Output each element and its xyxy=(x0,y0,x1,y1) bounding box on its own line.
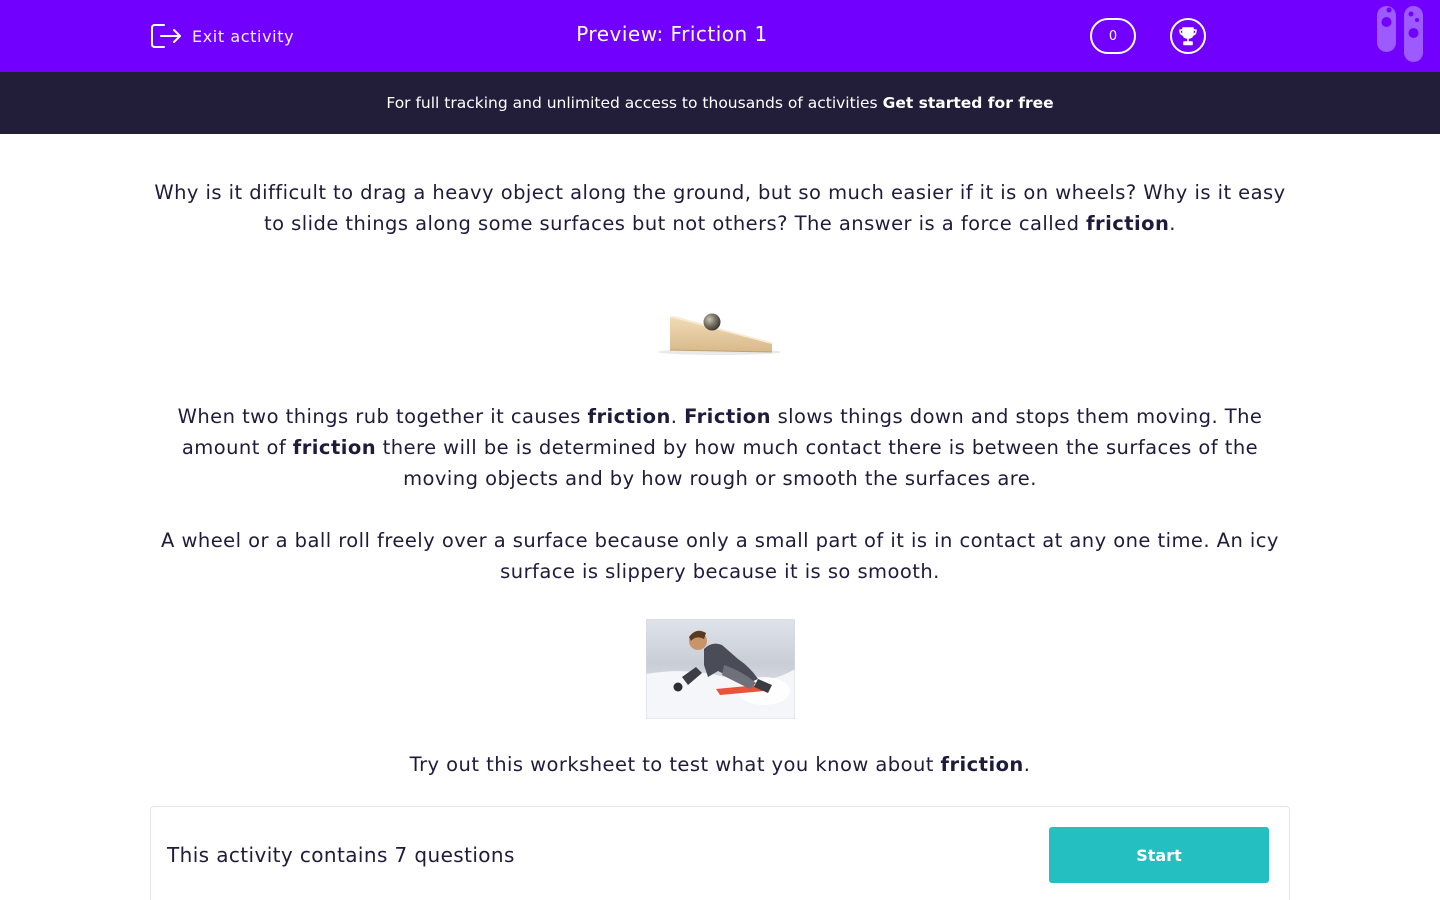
p4-keyword: friction xyxy=(940,753,1024,776)
trophy-icon xyxy=(1179,27,1197,46)
snow-sledge-image xyxy=(646,619,795,719)
page-title: Preview: Friction 1 xyxy=(576,22,768,46)
worksheet-invitation: Try out this worksheet to test what you … xyxy=(150,749,1290,780)
promo-text: For full tracking and unlimited access t… xyxy=(386,94,878,112)
ramp-ball-image xyxy=(658,313,780,355)
p2-text-c: . xyxy=(670,405,685,428)
p4-end: . xyxy=(1023,753,1031,776)
score-badge: 0 xyxy=(1090,18,1136,54)
p2-text-a: When two things rub together it causes xyxy=(177,405,588,428)
brand-logo xyxy=(1377,6,1423,62)
intro-paragraph: Why is it difficult to drag a heavy obje… xyxy=(150,177,1290,239)
friction-explanation-paragraph: When two things rub together it causes f… xyxy=(150,401,1290,494)
p2-keyword-3: friction xyxy=(292,436,377,459)
intro-keyword: friction xyxy=(1086,212,1170,235)
get-started-link[interactable]: Get started for free xyxy=(883,94,1054,112)
intro-end: . xyxy=(1169,212,1176,235)
p2-keyword-1: friction xyxy=(587,405,671,428)
wheel-ice-paragraph: A wheel or a ball roll freely over a sur… xyxy=(161,529,1279,583)
start-button[interactable]: Start xyxy=(1049,827,1269,883)
p4-text: Try out this worksheet to test what you … xyxy=(409,753,941,776)
promo-banner: For full tracking and unlimited access t… xyxy=(0,72,1440,134)
question-count-label: This activity contains 7 questions xyxy=(167,843,515,867)
trophy-button[interactable] xyxy=(1170,18,1206,54)
top-bar: Exit activity Preview: Friction 1 0 xyxy=(0,0,1440,72)
activity-card: This activity contains 7 questions Start xyxy=(150,806,1290,900)
p2-keyword-2: Friction xyxy=(684,405,771,428)
p2-text-e: there will be is determined by how much … xyxy=(376,436,1259,490)
